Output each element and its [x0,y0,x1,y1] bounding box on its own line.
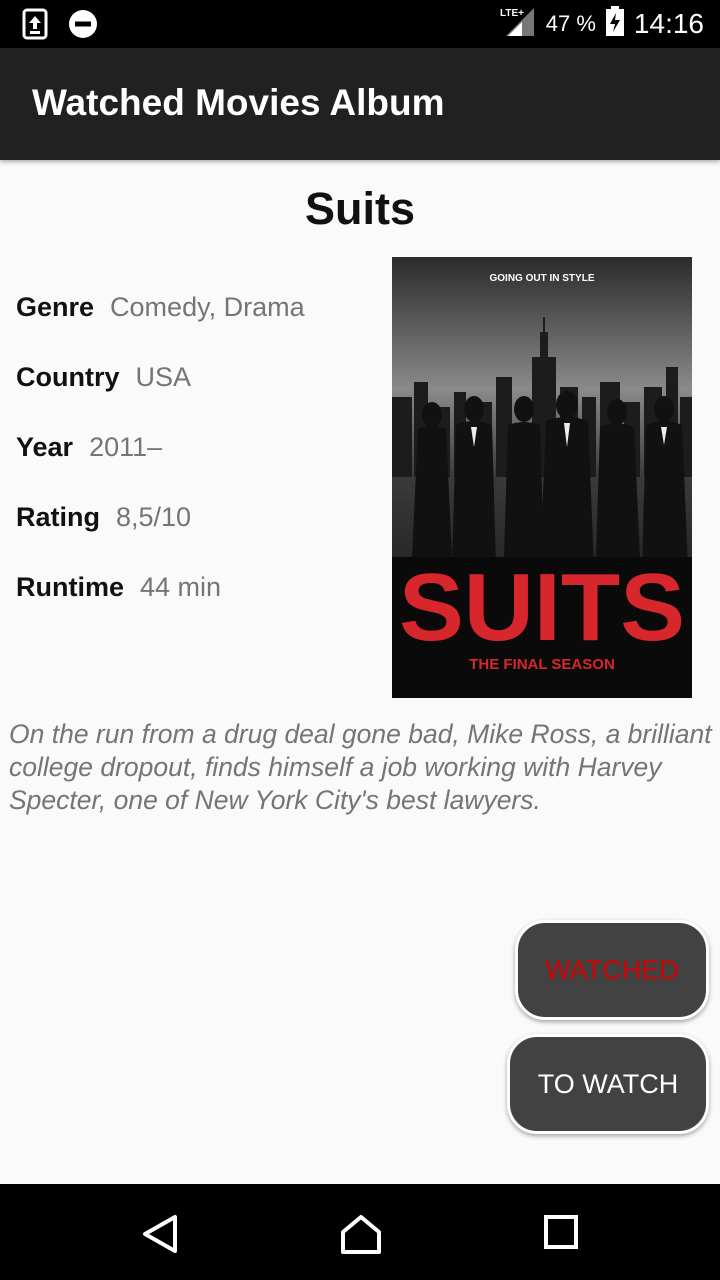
detail-label: Rating [16,502,100,532]
to-watch-button[interactable]: TO WATCH [507,1034,709,1134]
poster-subtitle: THE FINAL SEASON [469,656,615,673]
movie-title: Suits [304,183,416,234]
navigation-bar [0,1184,720,1280]
detail-label: Runtime [16,572,124,602]
movie-poster: GOING OUT IN STYLE SUITS THE FINAL SEASO… [392,257,692,698]
status-bar: LTE+ 47 % 14:16 [0,0,720,48]
app-bar: Watched Movies Album [0,48,720,160]
detail-label: Country [16,362,120,392]
detail-value: 8,5/10 [116,502,192,532]
detail-runtime: Runtime 44 min [16,572,221,603]
status-bar-left-icons [22,8,98,45]
detail-label: Year [16,432,74,462]
home-icon[interactable] [339,1214,383,1259]
detail-country: Country USA [16,362,191,393]
status-bar-right: LTE+ 47 % 14:16 [500,6,704,41]
battery-charging-icon [605,6,624,41]
poster-logo: SUITS [399,554,685,661]
movie-description: On the run from a drug deal gone bad, Mi… [9,719,712,815]
clock: 14:16 [633,7,704,39]
app-title: Watched Movies Album [32,82,445,123]
battery-percent: 47 % [545,10,596,36]
detail-year: Year 2011– [16,432,162,463]
network-type-label: LTE+ [500,8,524,19]
signal-icon: LTE+ [500,6,536,41]
watched-button[interactable]: WATCHED [515,920,709,1020]
do-not-disturb-icon [68,9,98,44]
watched-button-label: WATCHED [545,954,679,985]
detail-genre: Genre Comedy, Drama [16,292,305,323]
detail-rating: Rating 8,5/10 [16,502,191,533]
to-watch-button-label: TO WATCH [537,1068,679,1099]
back-icon[interactable] [140,1214,180,1259]
detail-value: 2011– [89,432,163,462]
poster-tagline: GOING OUT IN STYLE [489,273,594,284]
detail-label: Genre [16,292,95,322]
detail-value: USA [135,362,192,392]
recent-apps-icon[interactable] [543,1214,579,1255]
detail-value: 44 min [140,572,222,602]
detail-value: Comedy, Drama [110,292,305,322]
upload-notification-icon [22,8,48,45]
